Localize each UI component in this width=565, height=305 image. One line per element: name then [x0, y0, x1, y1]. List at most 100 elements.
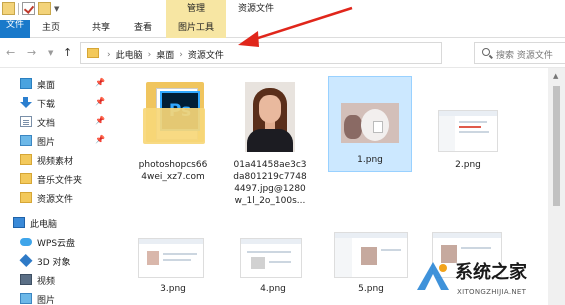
ribbon-tabs: 文件 主页 共享 查看 图片工具	[0, 20, 565, 38]
sidebar-item-label: 视频	[37, 277, 56, 287]
thumbnail-detail	[459, 121, 487, 123]
folder-front	[143, 108, 205, 144]
thumbnail-detail	[361, 247, 377, 265]
properties-icon[interactable]	[22, 2, 35, 15]
3d-objects-icon	[19, 253, 33, 268]
chevron-right-icon[interactable]: ›	[179, 50, 183, 60]
thumbnail-detail	[459, 131, 489, 133]
chevron-right-icon[interactable]: ›	[148, 50, 152, 60]
sidebar-item-pictures[interactable]: 图片 📌	[0, 131, 112, 150]
photoshop-folder-icon: Ps	[140, 78, 208, 148]
pin-icon[interactable]: 📌	[95, 97, 105, 106]
thumbnail-detail	[147, 251, 159, 265]
sidebar-item-this-pc[interactable]: 此电脑	[0, 213, 112, 232]
computer-icon	[13, 217, 25, 228]
scrollbar-thumb[interactable]	[553, 86, 560, 206]
folder-icon	[87, 48, 99, 58]
sidebar-item-label: 下载	[37, 100, 56, 110]
image-thumbnail	[240, 238, 302, 278]
sidebar-item-3d-objects[interactable]: 3D 对象	[0, 251, 112, 270]
chevron-down-icon[interactable]: ▼	[54, 5, 59, 13]
sidebar-item-label: 文档	[37, 119, 56, 129]
sidebar-item-music-folder[interactable]: 音乐文件夹	[0, 169, 112, 188]
sidebar-item-wps-cloud[interactable]: WPS云盘	[0, 232, 112, 251]
title-bar: ▼ 管理 资源文件	[0, 0, 565, 20]
breadcrumb-resource-files[interactable]: 资源文件	[188, 48, 224, 61]
sidebar-item-resource-files[interactable]: 资源文件	[0, 188, 112, 207]
up-arrow-icon[interactable]: ↑	[63, 46, 72, 59]
sidebar-item-documents[interactable]: 文档 📌	[0, 112, 112, 131]
thumbnail-detail	[247, 129, 293, 152]
tab-file[interactable]: 文件	[0, 20, 30, 38]
thumbnail-detail	[461, 247, 491, 249]
thumbnail-detail	[259, 95, 281, 123]
scroll-up-icon[interactable]: ▲	[553, 72, 558, 80]
watermark: 系统之家 XITONGZHIJIA.NET	[407, 252, 565, 305]
quick-access-toolbar: ▼	[2, 2, 59, 15]
thumbnail-detail	[439, 116, 456, 151]
file-name: photoshopcs66	[138, 160, 208, 170]
sidebar-item-label: 资源文件	[37, 195, 74, 205]
list-item-selected[interactable]: 1.png	[328, 76, 412, 172]
list-item[interactable]: Ps photoshopcs66 4wei_xz7.com	[136, 74, 210, 192]
pin-icon[interactable]: 📌	[95, 116, 105, 125]
folder-icon	[20, 192, 32, 203]
thumbnail-detail	[139, 239, 203, 244]
file-name: w_1l_2o_100s...	[234, 196, 306, 206]
sidebar-item-video-material[interactable]: 视频素材	[0, 150, 112, 169]
search-input[interactable]: 搜索 资源文件	[474, 42, 565, 64]
sidebar-item-label: 视频素材	[37, 157, 74, 167]
folder-icon	[20, 154, 32, 165]
tab-share[interactable]: 共享	[86, 20, 116, 38]
list-item[interactable]: 4.png	[228, 228, 318, 300]
thumbnail-detail	[163, 253, 197, 255]
download-icon	[20, 97, 32, 108]
pin-icon[interactable]: 📌	[95, 78, 105, 87]
file-name: 4.png	[260, 284, 286, 294]
sidebar-item-downloads[interactable]: 下载 📌	[0, 93, 112, 112]
sidebar-item-label: 桌面	[37, 81, 56, 91]
thumbnail-detail	[459, 126, 481, 128]
list-item[interactable]: 5.png	[326, 228, 416, 300]
forward-arrow-icon[interactable]: →	[27, 46, 36, 59]
search-placeholder: 搜索 资源文件	[496, 51, 553, 61]
sidebar-item-label: 图片	[37, 296, 56, 305]
pin-icon[interactable]: 📌	[95, 135, 105, 144]
file-name: 1.png	[357, 155, 383, 165]
breadcrumb: › 此电脑 › 桌面 › 资源文件	[107, 48, 224, 62]
file-name: da801219c7748	[233, 172, 307, 182]
thumbnail-detail	[241, 239, 301, 244]
manage-tab[interactable]: 管理	[166, 0, 226, 20]
thumbnail-detail	[344, 115, 362, 139]
address-bar[interactable]: › 此电脑 › 桌面 › 资源文件 ∨ ↻	[80, 42, 515, 64]
file-name: 01a41458ae3c3	[233, 160, 307, 170]
tab-home[interactable]: 主页	[36, 20, 66, 38]
video-icon	[20, 274, 32, 285]
breadcrumb-this-pc[interactable]: 此电脑	[116, 48, 143, 61]
tab-view[interactable]: 查看	[128, 20, 158, 38]
folder-icon[interactable]	[2, 2, 15, 15]
file-name: 4wei_xz7.com	[141, 172, 205, 182]
image-thumbnail	[341, 103, 399, 143]
back-arrow-icon[interactable]: ←	[6, 46, 15, 59]
desktop-icon	[20, 78, 32, 89]
recent-locations-chevron-icon[interactable]: ▼	[48, 49, 53, 57]
window-title: 资源文件	[238, 4, 275, 14]
list-item[interactable]: 3.png	[128, 228, 218, 300]
breadcrumb-desktop[interactable]: 桌面	[156, 48, 174, 61]
sidebar-item-label: 音乐文件夹	[37, 176, 83, 186]
file-name: 4497.jpg@1280	[234, 184, 306, 194]
watermark-title: 系统之家	[455, 262, 527, 283]
address-row: ← → ▼ ↑ › 此电脑 › 桌面 › 资源文件 ∨ ↻ 搜索 资源文件	[0, 38, 565, 68]
sidebar-item-videos[interactable]: 视频	[0, 270, 112, 289]
separator	[18, 2, 19, 15]
new-folder-icon[interactable]	[38, 2, 51, 15]
pictures-icon	[20, 293, 32, 304]
sidebar-item-pictures-pc[interactable]: 图片	[0, 289, 112, 305]
tab-picture-tools[interactable]: 图片工具	[166, 20, 226, 38]
watermark-url: XITONGZHIJIA.NET	[457, 288, 527, 296]
sidebar-item-desktop[interactable]: 桌面 📌	[0, 74, 112, 93]
file-name: 2.png	[455, 160, 481, 170]
list-item[interactable]: 2.png	[428, 76, 508, 172]
list-item[interactable]: 01a41458ae3c3 da801219c7748 4497.jpg@128…	[230, 74, 310, 224]
